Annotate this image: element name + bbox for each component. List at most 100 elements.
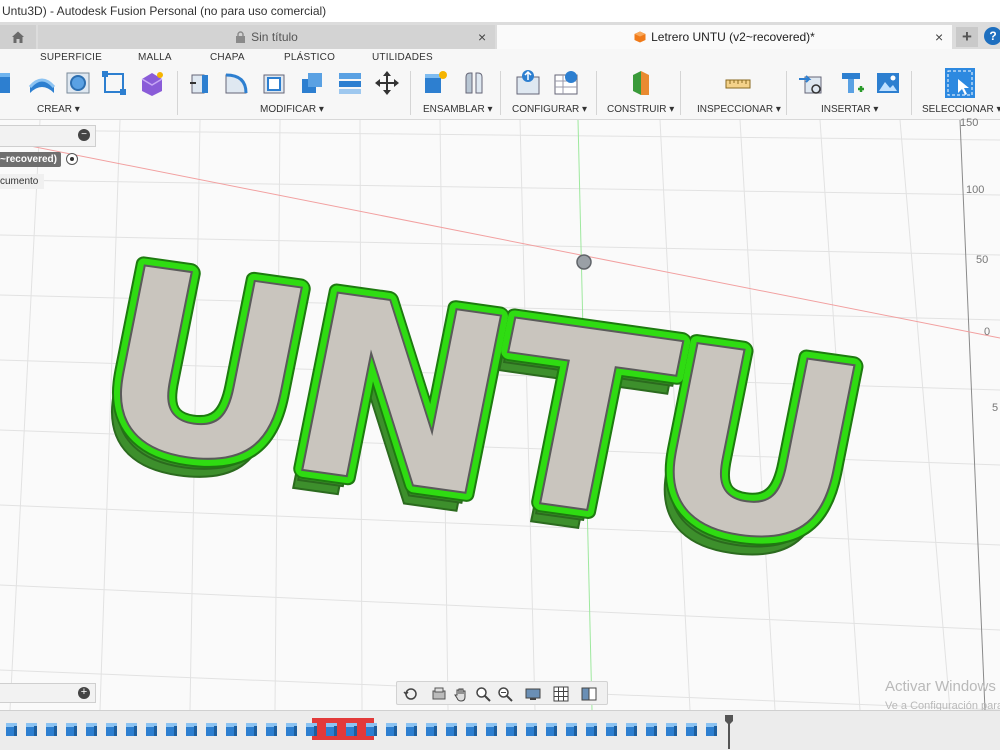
- browser-collapse-button[interactable]: −: [78, 129, 90, 141]
- orbit-icon[interactable]: [403, 686, 419, 702]
- timeline-extrude-feature-icon[interactable]: [704, 721, 720, 737]
- tab-active-document[interactable]: Letrero UNTU (v2~recovered)* ×: [497, 25, 952, 49]
- tab-utilidades[interactable]: UTILIDADES: [372, 52, 433, 63]
- timeline-extrude-feature-icon[interactable]: [84, 721, 100, 737]
- move-icon[interactable]: [373, 69, 401, 97]
- timeline-extrude-feature-icon[interactable]: [24, 721, 40, 737]
- timeline-extrude-feature-icon[interactable]: [264, 721, 280, 737]
- timeline-extrude-feature-icon[interactable]: [224, 721, 240, 737]
- timeline-extrude-feature-icon[interactable]: [124, 721, 140, 737]
- look-at-icon[interactable]: [431, 686, 447, 702]
- tab-untitled[interactable]: Sin título ×: [38, 25, 495, 49]
- parameters-icon[interactable]: [514, 69, 542, 97]
- timeline-extrude-feature-icon[interactable]: [384, 721, 400, 737]
- timeline-extrude-feature-icon[interactable]: [64, 721, 80, 737]
- tab-plastico[interactable]: PLÁSTICO: [284, 52, 335, 63]
- tab-malla[interactable]: MALLA: [138, 52, 172, 63]
- timeline-extrude-feature-icon[interactable]: [684, 721, 700, 737]
- configure-table-icon[interactable]: [552, 69, 580, 97]
- timeline-extrude-feature-icon[interactable]: [624, 721, 640, 737]
- timeline-extrude-feature-icon[interactable]: [164, 721, 180, 737]
- timeline-marker[interactable]: [724, 715, 734, 749]
- browser-document-settings[interactable]: cumento: [0, 174, 44, 189]
- timeline-extrude-feature-icon[interactable]: [524, 721, 540, 737]
- timeline-extrude-feature-icon[interactable]: [4, 721, 20, 737]
- model-letters[interactable]: UNTU UNTU UNTU UNTU UNTU: [94, 202, 864, 626]
- timeline-extrude-feature-icon[interactable]: [324, 721, 340, 737]
- add-comment-button[interactable]: +: [78, 687, 90, 699]
- timeline-extrude-feature-icon[interactable]: [304, 721, 320, 737]
- timeline-extrude-feature-icon[interactable]: [364, 721, 380, 737]
- group-label-inspeccionar[interactable]: INSPECCIONAR ▾: [697, 104, 781, 115]
- timeline-extrude-feature-icon[interactable]: [544, 721, 560, 737]
- close-tab-untitled-icon[interactable]: ×: [478, 29, 486, 45]
- group-label-modificar[interactable]: MODIFICAR ▾: [260, 104, 324, 115]
- zoom-icon[interactable]: [475, 686, 491, 702]
- group-label-ensamblar[interactable]: ENSAMBLAR ▾: [423, 104, 493, 115]
- timeline-extrude-feature-icon[interactable]: [144, 721, 160, 737]
- insert-canvas-icon[interactable]: [874, 69, 902, 97]
- tab-superficie[interactable]: SUPERFICIE: [40, 52, 102, 63]
- timeline-extrude-feature-icon[interactable]: [104, 721, 120, 737]
- timeline-extrude-feature-icon[interactable]: [604, 721, 620, 737]
- group-label-crear[interactable]: CREAR ▾: [37, 104, 80, 115]
- origin-point-icon[interactable]: [576, 254, 592, 270]
- timeline-extrude-feature-icon[interactable]: [564, 721, 580, 737]
- timeline-extrude-feature-icon[interactable]: [244, 721, 260, 737]
- sweep-icon[interactable]: [28, 69, 56, 97]
- timeline-extrude-feature-icon[interactable]: [644, 721, 660, 737]
- timeline-extrude-feature-icon[interactable]: [344, 721, 360, 737]
- timeline-extrude-feature-icon[interactable]: [424, 721, 440, 737]
- joint-icon[interactable]: [460, 69, 488, 97]
- timeline-extrude-feature-icon[interactable]: [284, 721, 300, 737]
- tab-chapa[interactable]: CHAPA: [210, 52, 245, 63]
- insert-mcmaster-icon[interactable]: [838, 69, 866, 97]
- measure-icon[interactable]: [724, 69, 752, 97]
- timeline-extrude-feature-icon[interactable]: [444, 721, 460, 737]
- viewports-icon[interactable]: [581, 686, 597, 702]
- timeline-extrude-feature-icon[interactable]: [504, 721, 520, 737]
- press-pull-icon[interactable]: [186, 69, 214, 97]
- timeline-extrude-feature-icon[interactable]: [184, 721, 200, 737]
- grid-icon[interactable]: [553, 686, 569, 702]
- new-tab-button[interactable]: +: [956, 27, 978, 47]
- toolbar-separator: [911, 71, 912, 115]
- document-icon: [634, 31, 646, 43]
- timeline-extrude-feature-icon[interactable]: [204, 721, 220, 737]
- pan-icon[interactable]: [453, 686, 469, 702]
- sketch-rectangle-icon[interactable]: [100, 69, 128, 97]
- revolve-icon[interactable]: [64, 69, 92, 97]
- close-tab-active-icon[interactable]: ×: [935, 29, 943, 45]
- timeline-extrude-feature-icon[interactable]: [584, 721, 600, 737]
- viewport-canvas[interactable]: UNTU UNTU UNTU UNTU UNTU: [0, 120, 1000, 710]
- navigation-bar: [396, 681, 608, 705]
- shell-icon[interactable]: [260, 69, 288, 97]
- offset-plane-icon[interactable]: [627, 69, 655, 97]
- insert-derive-icon[interactable]: [797, 69, 825, 97]
- select-icon[interactable]: [944, 67, 976, 99]
- group-label-insertar[interactable]: INSERTAR ▾: [821, 104, 878, 115]
- home-tab[interactable]: [0, 25, 36, 49]
- timeline-extrude-feature-icon[interactable]: [44, 721, 60, 737]
- group-seleccionar-text: SELECCIONAR: [922, 104, 994, 115]
- timeline-extrude-feature-icon[interactable]: [464, 721, 480, 737]
- combine-icon[interactable]: [298, 69, 326, 97]
- group-label-configurar[interactable]: CONFIGURAR ▾: [512, 104, 587, 115]
- group-label-seleccionar[interactable]: SELECCIONAR ▾: [922, 104, 1000, 115]
- form-icon[interactable]: [138, 69, 166, 97]
- active-document-radio[interactable]: [66, 153, 78, 165]
- stack-icon[interactable]: [336, 69, 364, 97]
- timeline-extrude-feature-icon[interactable]: [664, 721, 680, 737]
- new-component-icon[interactable]: [421, 69, 449, 97]
- tab-active-label: Letrero UNTU (v2~recovered)*: [651, 30, 815, 44]
- browser-root-node[interactable]: ~recovered): [0, 152, 61, 167]
- timeline-extrude-feature-icon[interactable]: [484, 721, 500, 737]
- help-icon[interactable]: ?: [984, 27, 1000, 45]
- fit-icon[interactable]: [497, 686, 513, 702]
- group-label-construir[interactable]: CONSTRUIR ▾: [607, 104, 674, 115]
- group-modificar-text: MODIFICAR: [260, 104, 317, 115]
- timeline-extrude-feature-icon[interactable]: [404, 721, 420, 737]
- extrude-icon[interactable]: [0, 69, 16, 97]
- display-settings-icon[interactable]: [525, 686, 541, 702]
- fillet-icon[interactable]: [222, 69, 250, 97]
